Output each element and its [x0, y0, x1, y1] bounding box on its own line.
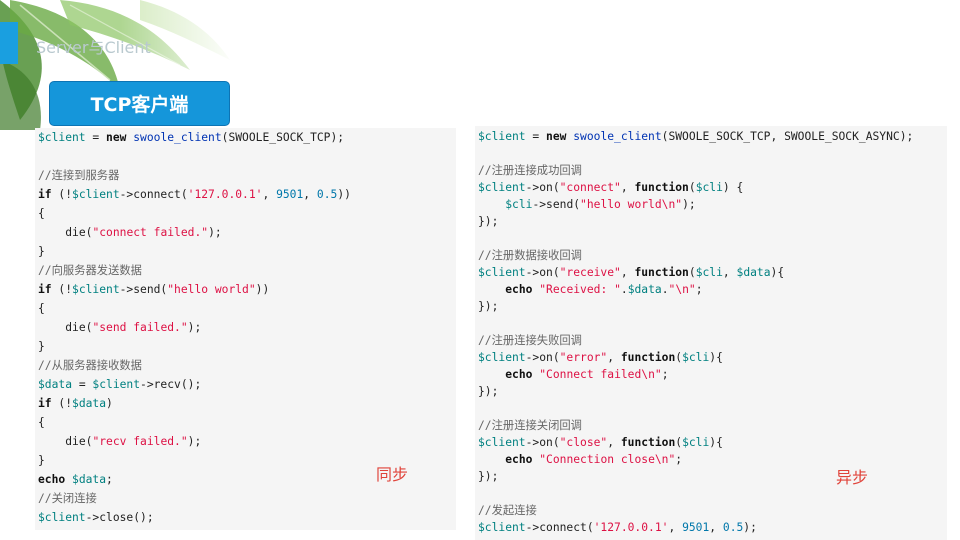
- code-line: //注册连接失败回调: [478, 334, 582, 347]
- code-line: echo "Connect failed\n";: [505, 368, 669, 381]
- code-line: echo $data;: [38, 473, 113, 486]
- code-line: //注册连接成功回调: [478, 164, 582, 177]
- code-line: {: [38, 302, 45, 315]
- code-line: });: [478, 300, 499, 313]
- code-line: $client = new swoole_client(SWOOLE_SOCK_…: [478, 130, 914, 143]
- code-line: }: [38, 454, 45, 467]
- code-line: });: [478, 215, 499, 228]
- code-line: if (!$client->send("hello world")): [38, 283, 270, 296]
- async-code-block: $client = new swoole_client(SWOOLE_SOCK_…: [475, 126, 947, 540]
- code-line: $client->connect('127.0.0.1', 9501, 0.5)…: [478, 521, 757, 534]
- code-line: //注册数据接收回调: [478, 249, 582, 262]
- page-title: Server与Client: [36, 38, 151, 57]
- code-line: $data = $client->recv();: [38, 378, 202, 391]
- code-line: $client->on("receive", function($cli, $d…: [478, 266, 785, 279]
- code-line: {: [38, 207, 45, 220]
- code-line: //关闭连接: [38, 492, 97, 505]
- code-line: echo "Connection close\n";: [505, 453, 683, 466]
- section-tag-tcp-client: TCP客户端: [49, 81, 230, 126]
- code-line: $client->on("connect", function($cli) {: [478, 181, 744, 194]
- code-line: $client->on("close", function($cli){: [478, 436, 723, 449]
- code-line: }: [38, 340, 45, 353]
- code-line: //注册连接关闭回调: [478, 419, 582, 432]
- code-line: //发起连接: [478, 504, 537, 517]
- async-label: 异步: [836, 468, 869, 487]
- code-line: });: [478, 385, 499, 398]
- code-line: if (!$data): [38, 397, 113, 410]
- code-line: $client->close();: [38, 511, 154, 524]
- code-line: {: [38, 416, 45, 429]
- code-line: //连接到服务器: [38, 169, 120, 182]
- code-line: //从服务器接收数据: [38, 359, 142, 372]
- code-line: //向服务器发送数据: [38, 264, 142, 277]
- code-line: $client = new swoole_client(SWOOLE_SOCK_…: [38, 131, 345, 144]
- code-line: die("connect failed.");: [65, 226, 222, 239]
- code-line: });: [478, 470, 499, 483]
- code-line: if (!$client->connect('127.0.0.1', 9501,…: [38, 188, 351, 201]
- code-line: die("recv failed.");: [65, 435, 202, 448]
- code-line: }: [38, 245, 45, 258]
- code-line: echo "Received: ".$data."\n";: [505, 283, 703, 296]
- code-line: $client->on("error", function($cli){: [478, 351, 723, 364]
- title-accent-bar: [0, 22, 18, 64]
- code-line: $cli->send("hello world\n");: [505, 198, 696, 211]
- code-line: die("send failed.");: [65, 321, 202, 334]
- sync-label: 同步: [376, 465, 409, 484]
